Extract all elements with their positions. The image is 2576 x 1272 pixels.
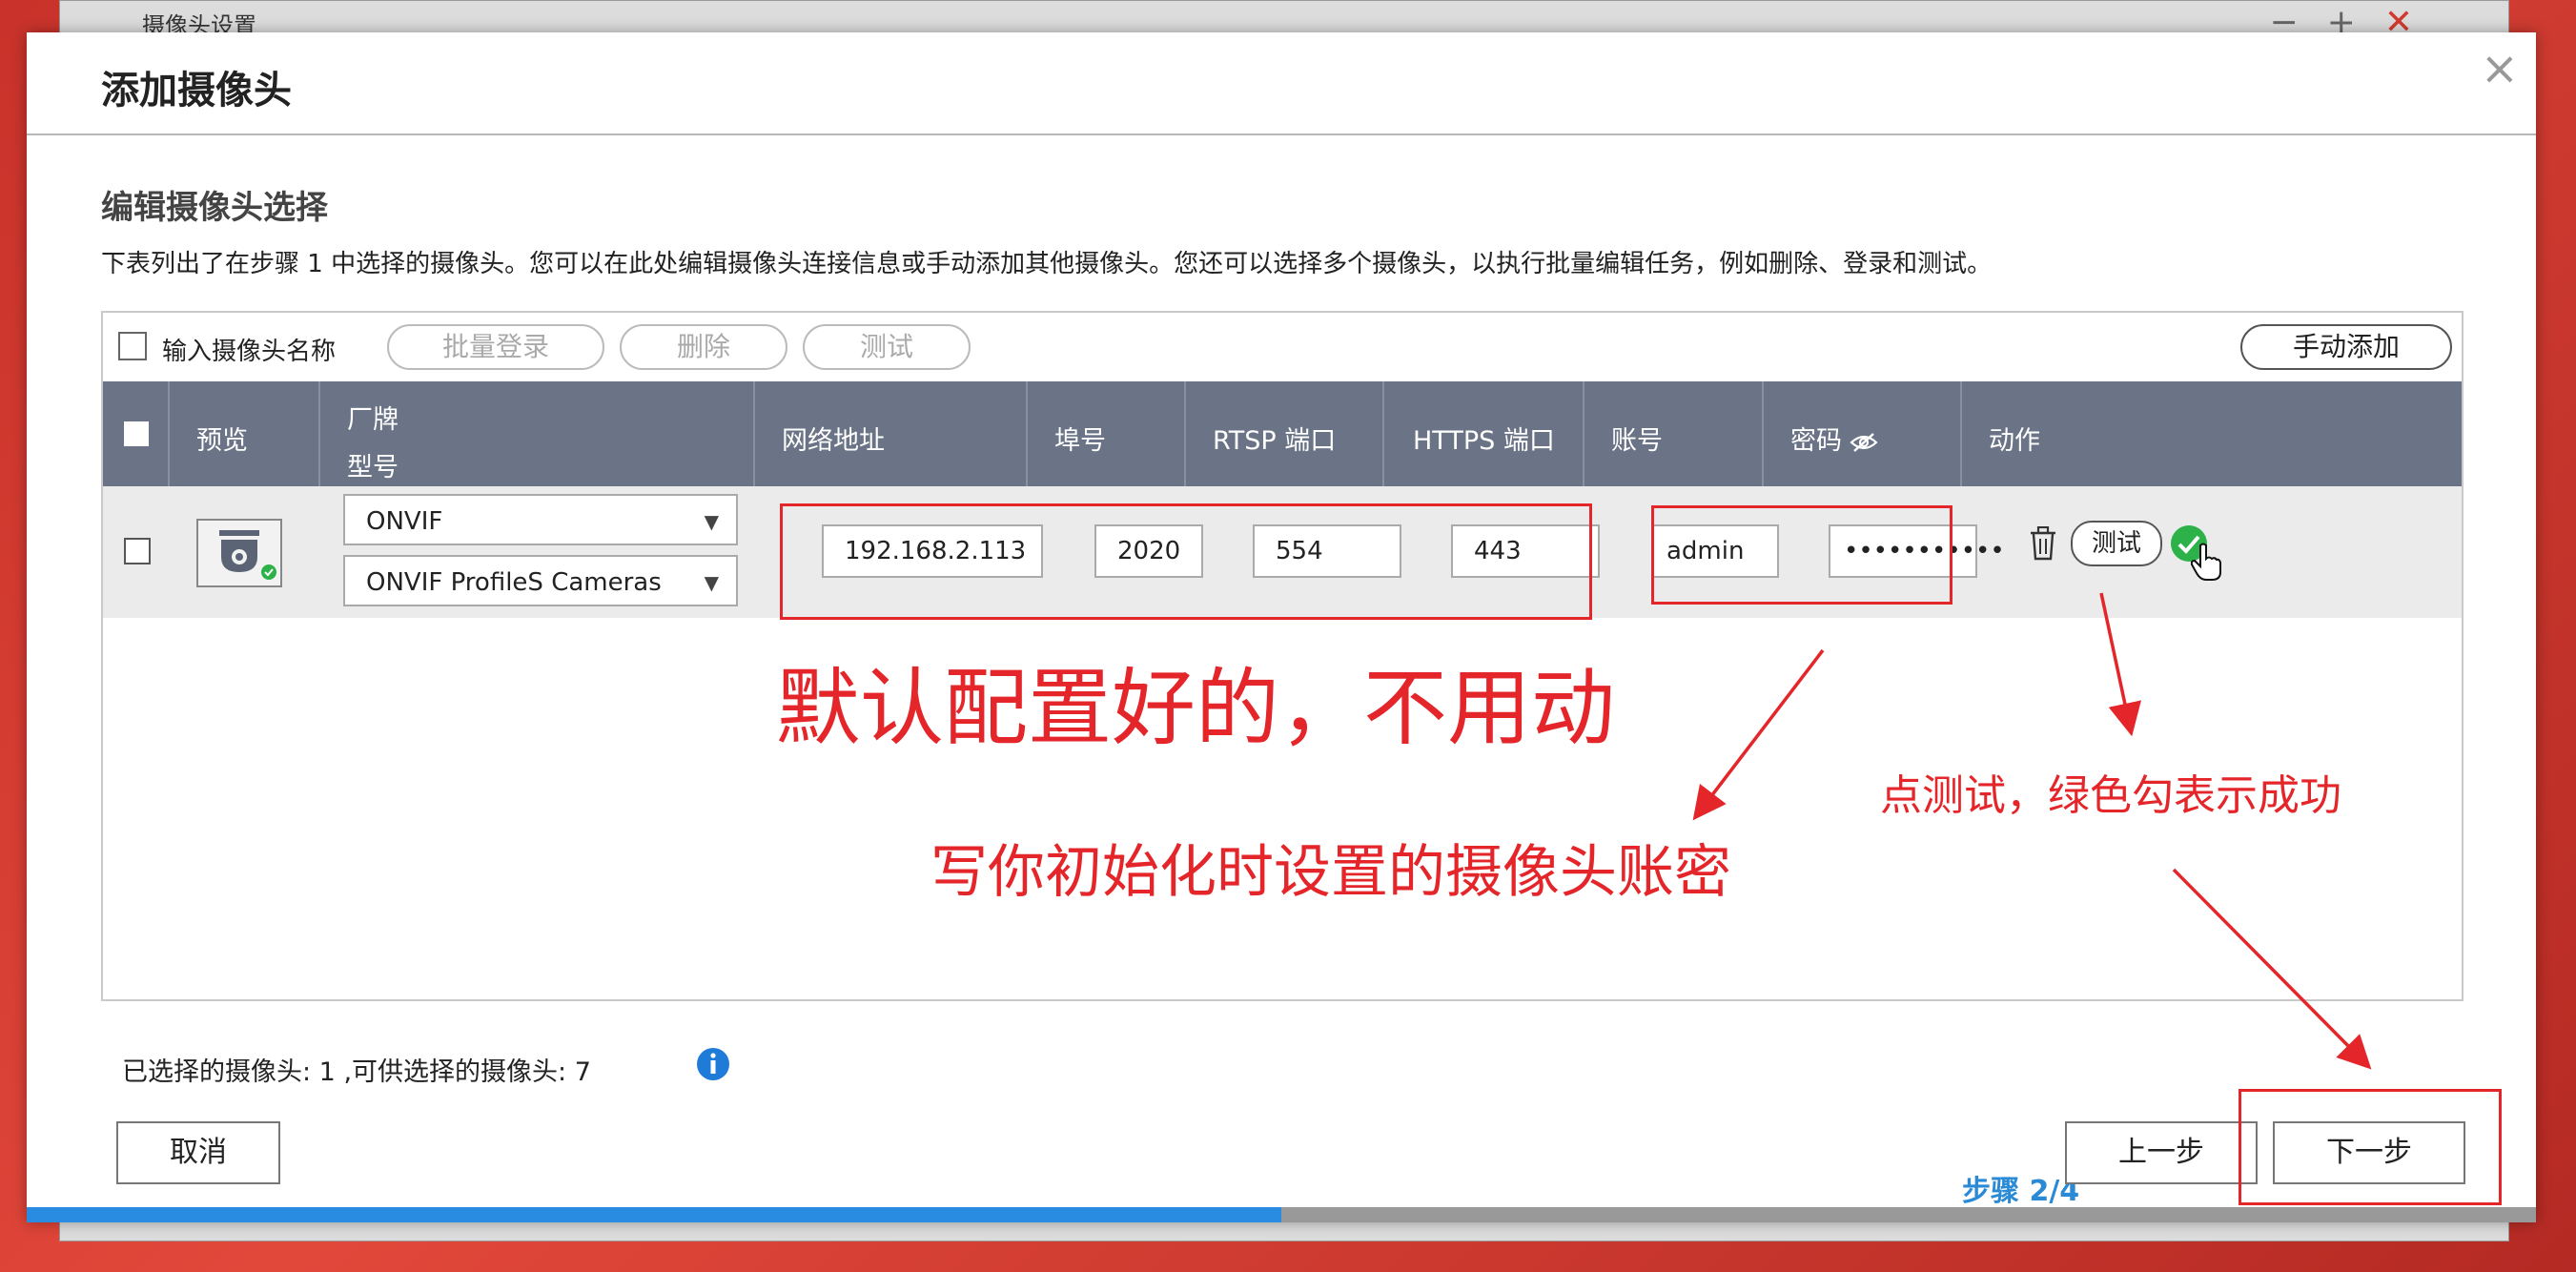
- header-port-label: 埠号: [1054, 426, 1106, 456]
- row-test-button[interactable]: 测试: [2071, 521, 2162, 566]
- progress-fill: [27, 1207, 1281, 1222]
- hand-cursor-icon: [2191, 543, 2221, 581]
- section-title: 编辑摄像头选择: [101, 189, 328, 227]
- header-https-port: HTTPS 端口: [1384, 381, 1584, 486]
- header-rtsp-port: RTSP 端口: [1186, 381, 1384, 486]
- header-action-label: 动作: [1989, 426, 2040, 456]
- header-model-label: 型号: [347, 453, 399, 482]
- brand-select-value: ONVIF: [366, 507, 443, 536]
- header-preview: 预览: [170, 381, 320, 486]
- account-input[interactable]: admin: [1651, 524, 1779, 578]
- next-step-button[interactable]: 下一步: [2273, 1121, 2465, 1184]
- header-action: 动作: [1962, 381, 2462, 486]
- batch-login-button[interactable]: 批量登录: [387, 324, 604, 370]
- header-rtsp-port-label: RTSP 端口: [1213, 426, 1337, 456]
- header-preview-label: 预览: [196, 426, 248, 456]
- header-brand-model: 厂牌 型号: [320, 381, 755, 486]
- header-password-label-wrap: 密码: [1790, 420, 1878, 457]
- chevron-down-icon: ▼: [704, 571, 719, 594]
- https-port-input[interactable]: 443: [1451, 524, 1600, 578]
- chevron-down-icon: ▼: [704, 510, 719, 533]
- dialog-title: 添加摄像头: [101, 69, 292, 113]
- header-https-port-label: HTTPS 端口: [1413, 426, 1555, 456]
- header-network-address-label: 网络地址: [782, 426, 885, 456]
- annotation-account-hint: 写你初始化时设置的摄像头账密: [930, 839, 1731, 906]
- test-button[interactable]: 测试: [803, 324, 971, 370]
- select-all-name-checkbox[interactable]: [118, 332, 147, 360]
- model-select-value: ONVIF ProfileS Cameras: [366, 568, 662, 597]
- section-description: 下表列出了在步骤 1 中选择的摄像头。您可以在此处编辑摄像头连接信息或手动添加其…: [101, 250, 1993, 278]
- step-indicator: 步骤 2/4: [1962, 1175, 2080, 1208]
- row-checkbox[interactable]: [124, 538, 151, 564]
- camera-preview-icon: [196, 519, 282, 587]
- delete-button[interactable]: 删除: [620, 324, 787, 370]
- model-select[interactable]: ONVIF ProfileS Cameras ▼: [343, 555, 738, 606]
- port-input[interactable]: 2020: [1094, 524, 1203, 578]
- header-password: 密码: [1764, 381, 1962, 486]
- table-header: 预览 厂牌型号 网络地址 埠号 RTSP 端口 HTTPS 端口 账号 密码: [103, 381, 2462, 486]
- header-port: 埠号: [1028, 381, 1186, 486]
- header-select-all-checkbox[interactable]: [124, 421, 149, 446]
- selection-summary: 已选择的摄像头: 1 ,可供选择的摄像头: 7: [122, 1057, 591, 1087]
- header-brand-label: 厂牌: [347, 405, 399, 435]
- annotation-default-config: 默认配置好的，不用动: [776, 659, 1616, 757]
- cancel-button[interactable]: 取消: [116, 1121, 280, 1184]
- manual-add-button[interactable]: 手动添加: [2240, 324, 2452, 370]
- brand-select[interactable]: ONVIF ▼: [343, 494, 738, 545]
- header-brand-model-labels: 厂牌 型号: [347, 397, 399, 492]
- table-toolbar: 输入摄像头名称 批量登录 删除 测试 手动添加: [103, 313, 2462, 381]
- info-icon[interactable]: [696, 1047, 730, 1081]
- header-password-label: 密码: [1790, 426, 1842, 456]
- header-account-label: 账号: [1611, 426, 1663, 456]
- trash-icon[interactable]: [2029, 526, 2057, 561]
- previous-step-button[interactable]: 上一步: [2065, 1121, 2258, 1184]
- progress-bar: [27, 1207, 2536, 1222]
- rtsp-port-input[interactable]: 554: [1253, 524, 1401, 578]
- eye-slash-icon[interactable]: [1850, 432, 1878, 453]
- annotation-test-hint: 点测试，绿色勾表示成功: [1880, 771, 2341, 820]
- add-camera-dialog: 添加摄像头 × 编辑摄像头选择 下表列出了在步骤 1 中选择的摄像头。您可以在此…: [27, 32, 2536, 1222]
- table-row: ONVIF ▼ ONVIF ProfileS Cameras ▼ 192.168…: [103, 486, 2462, 618]
- password-input[interactable]: •••••••••••: [1829, 524, 2005, 578]
- header-network-address: 网络地址: [755, 381, 1028, 486]
- close-icon[interactable]: ×: [2481, 42, 2519, 95]
- header-check-cell: [103, 381, 170, 486]
- header-account: 账号: [1584, 381, 1764, 486]
- title-divider: [27, 133, 2536, 135]
- ip-address-input[interactable]: 192.168.2.113: [822, 524, 1043, 578]
- name-input-label: 输入摄像头名称: [162, 338, 337, 366]
